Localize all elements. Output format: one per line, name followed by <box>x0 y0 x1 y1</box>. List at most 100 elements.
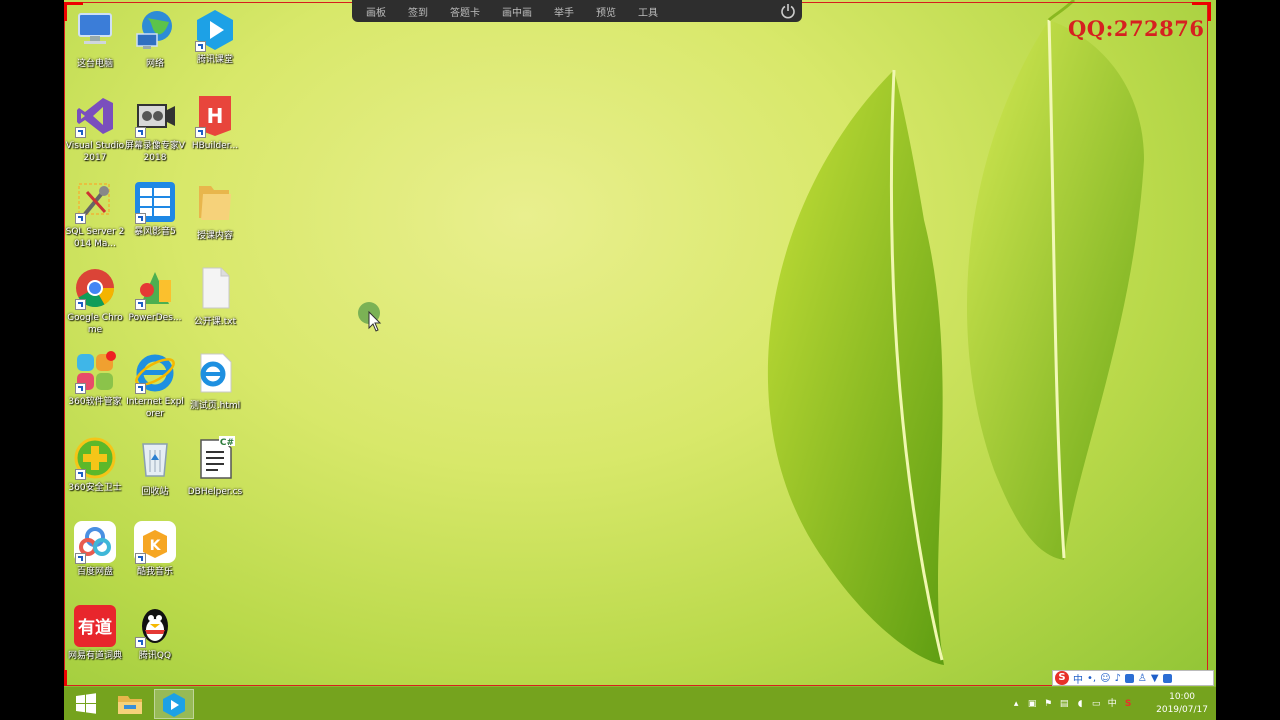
icon-label: Google Chrome <box>67 313 123 335</box>
icon-label: 网络 <box>145 59 164 69</box>
taskbar-tencent-classroom-icon[interactable] <box>154 689 194 719</box>
user-icon[interactable]: ♙ <box>1138 673 1147 684</box>
desktop-icon-tencent-classroom[interactable]: 腾讯课堂 <box>184 8 246 66</box>
microphone-icon[interactable]: ♪ <box>1115 673 1121 684</box>
desktop-icon-baidu-netdisk[interactable]: 百度网盘 <box>64 520 126 578</box>
icon-label: 腾讯QQ <box>138 651 172 661</box>
icon-label: 公开课.txt <box>193 317 237 327</box>
toolbar-item-preview[interactable]: 预览 <box>596 4 616 19</box>
desktop-icon-360-security[interactable]: 360安全卫士 <box>64 436 126 494</box>
icon-label: 百度网盘 <box>76 567 113 577</box>
shortcut-arrow-icon <box>75 213 86 224</box>
windows-start-icon[interactable] <box>66 689 106 719</box>
desktop-icon-screen-recorder[interactable]: 屏幕录像专家V2018 <box>124 94 186 164</box>
toolbar-item-picture-in-picture[interactable]: 画中画 <box>502 4 532 19</box>
sogou-logo-icon[interactable]: S <box>1055 671 1069 685</box>
clock[interactable]: 10:00 2019/07/17 <box>1156 691 1208 717</box>
desktop-icon-network[interactable]: 网络 <box>124 8 186 70</box>
text-file-icon <box>202 267 230 309</box>
folder-icon <box>199 186 231 220</box>
html-file-icon <box>200 353 232 393</box>
shortcut-arrow-icon <box>135 383 146 394</box>
powerdesigner-icon <box>133 266 177 310</box>
desktop-icon-google-chrome[interactable]: Google Chrome <box>64 266 126 336</box>
chrome-icon <box>73 266 117 310</box>
desktop-icon-tencent-qq[interactable]: 腾讯QQ <box>124 604 186 662</box>
shortcut-arrow-icon <box>75 383 86 394</box>
desktop-icon-internet-explorer[interactable]: Internet Explorer <box>124 350 186 420</box>
icon-label: 屏幕录像专家V2018 <box>124 141 186 163</box>
desktop-icon-hbuilder[interactable]: H HBuilder... <box>184 94 246 152</box>
icon-label: HBuilder... <box>191 141 239 151</box>
film-camera-icon <box>133 94 177 138</box>
desktop-icon-storm-player[interactable]: 暴风影音5 <box>124 180 186 238</box>
icon-label: 酷我音乐 <box>136 567 173 577</box>
file-explorer-icon[interactable] <box>110 689 150 719</box>
shortcut-arrow-icon <box>195 127 206 138</box>
youdao-dict-icon: 有道 <box>73 604 117 648</box>
icon-label: DBHelper.cs <box>187 487 243 497</box>
ime-status-bar[interactable]: S 中 •, ☺ ♪ ♙ ▼ <box>1052 670 1214 686</box>
desktop-icon-csharp-file[interactable]: C# DBHelper.cs <box>184 436 246 498</box>
desktop[interactable]: 画板 签到 答题卡 画中画 举手 预览 工具 QQ:272876 这台电脑 Vi… <box>64 0 1216 720</box>
ime-mode-label[interactable]: 中 <box>1073 671 1083 686</box>
battery-icon[interactable]: ▭ <box>1090 698 1102 710</box>
punctuation-icon[interactable]: •, <box>1087 673 1096 684</box>
software-manager-icon <box>73 350 117 394</box>
keyboard-icon[interactable] <box>1124 673 1134 683</box>
volume-icon[interactable]: ◖ <box>1074 698 1086 710</box>
desktop-icon-recycle-bin[interactable]: 回收站 <box>124 436 186 498</box>
taskbar: ▴ ▣ ⚑ ▤ ◖ ▭ 中 S 10:00 2019/07/17 <box>64 686 1216 720</box>
security-guard-icon <box>73 436 117 480</box>
shortcut-arrow-icon <box>75 469 86 480</box>
svg-text:有道: 有道 <box>78 617 112 638</box>
csharp-file-icon: C# <box>200 436 235 479</box>
shortcut-arrow-icon <box>75 127 86 138</box>
desktop-icon-html-file[interactable]: 测试页.html <box>184 350 246 412</box>
svg-text:K: K <box>150 538 162 554</box>
classroom-toolbar: 画板 签到 答题卡 画中画 举手 预览 工具 <box>352 0 802 22</box>
visual-studio-icon <box>73 94 117 138</box>
desktop-icon-youdao[interactable]: 有道 网易有道词典 <box>64 604 126 662</box>
network-icon[interactable]: ▤ <box>1058 698 1070 710</box>
ime-icon[interactable]: 中 <box>1106 698 1118 710</box>
sql-server-tools-icon <box>73 180 117 224</box>
icon-label: 这台电脑 <box>76 59 113 69</box>
toolbar-item-tools[interactable]: 工具 <box>638 4 658 19</box>
storm-player-icon <box>133 180 177 224</box>
svg-text:C#: C# <box>220 438 234 448</box>
desktop-icon-visual-studio[interactable]: Visual Studio 2017 <box>64 94 126 164</box>
recycle-bin-icon <box>142 443 168 477</box>
toolbox-icon[interactable] <box>1162 673 1172 683</box>
qq-watermark: QQ:272876 <box>1068 16 1205 41</box>
computer-icon <box>78 13 112 44</box>
qq-penguin-icon <box>133 604 177 648</box>
desktop-icon-course-folder[interactable]: 授课内容 <box>184 180 246 242</box>
icon-label: Internet Explorer <box>126 397 184 419</box>
power-icon[interactable] <box>780 3 796 19</box>
shortcut-arrow-icon <box>75 553 86 564</box>
toolbar-item-whiteboard[interactable]: 画板 <box>366 4 386 19</box>
skin-icon[interactable]: ▼ <box>1151 673 1159 684</box>
tray-app-icon[interactable]: ▣ <box>1026 698 1038 710</box>
shortcut-arrow-icon <box>135 299 146 310</box>
baidu-netdisk-icon <box>73 520 117 564</box>
desktop-icon-sql-server[interactable]: SQL Server 2014 Ma... <box>64 180 126 250</box>
toolbar-item-raise-hand[interactable]: 举手 <box>554 4 574 19</box>
icon-label: 暴风影音5 <box>134 227 176 237</box>
desktop-icon-powerdesigner[interactable]: PowerDes... <box>124 266 186 324</box>
desktop-icon-360-software-manager[interactable]: 360软件管家 <box>64 350 126 408</box>
desktop-icon-kuwo-music[interactable]: K 酷我音乐 <box>124 520 186 578</box>
tencent-classroom-icon <box>193 8 237 52</box>
toolbar-item-answer-card[interactable]: 答题卡 <box>450 4 480 19</box>
internet-explorer-icon <box>133 350 177 394</box>
toolbar-item-signin[interactable]: 签到 <box>408 4 428 19</box>
chevron-up-icon[interactable]: ▴ <box>1010 698 1022 710</box>
desktop-icon-text-file[interactable]: 公开课.txt <box>184 266 246 328</box>
shortcut-arrow-icon <box>195 41 206 52</box>
flag-icon[interactable]: ⚑ <box>1042 698 1054 710</box>
emoji-icon[interactable]: ☺ <box>1100 673 1110 684</box>
desktop-icon-this-pc[interactable]: 这台电脑 <box>64 8 126 70</box>
sogou-icon[interactable]: S <box>1122 698 1134 710</box>
system-tray: ▴ ▣ ⚑ ▤ ◖ ▭ 中 S 10:00 2019/07/17 <box>1010 687 1208 720</box>
